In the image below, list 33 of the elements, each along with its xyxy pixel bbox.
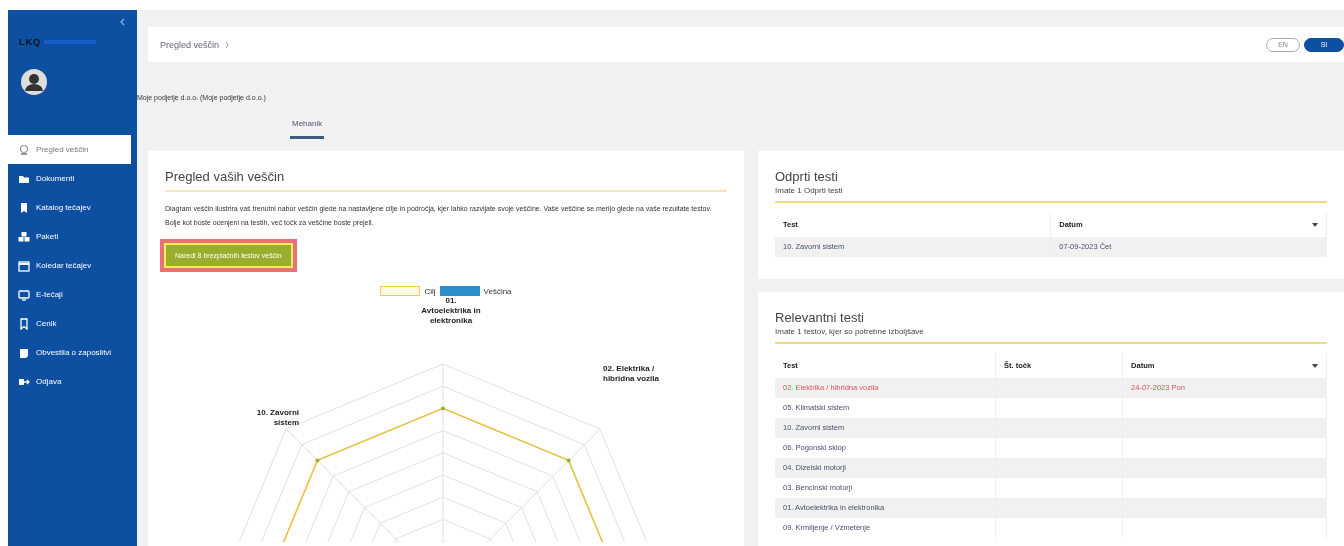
legend-label: Cilj [424, 286, 436, 296]
sidebar-item[interactable]: Katalog tečajev [8, 193, 137, 222]
card-title: Odprti testi [775, 169, 839, 184]
sidebar-item[interactable]: Paketi [8, 222, 137, 251]
card-title: Pregled vaših veščin [165, 169, 286, 184]
axis-label: 01. Avtoelektrika in elektronika [420, 296, 482, 326]
chevron-icon [225, 40, 230, 49]
card-subtitle: Imate 1 Odprti testi [775, 186, 844, 195]
calendar-icon [18, 259, 30, 272]
sidebar-item[interactable]: Obvestila o zaposlitvi [8, 338, 137, 367]
logo-bar [44, 40, 96, 44]
legend-label: Veščina [483, 286, 512, 296]
logo-text: LKQ [19, 37, 41, 47]
monitor-icon [18, 288, 30, 301]
sidebar-item[interactable]: Koledar tečajev [8, 251, 137, 280]
avatar-icon [21, 69, 47, 95]
sidebar-item[interactable]: Dokumenti [8, 164, 137, 193]
card-subtitle: Imate 1 testov, kjer so potrebne izboljšave [775, 327, 925, 336]
sidebar-item[interactable]: Odjava [8, 367, 137, 396]
breadcrumb[interactable]: Pregled veščin [160, 39, 220, 50]
sort-caret-icon [1312, 363, 1318, 368]
axis-label: 02. Elektrika / hibridna vozila [603, 364, 660, 384]
card-title: Relevantni testi [775, 310, 865, 325]
sidebar-item[interactable]: Pregled veščin [8, 135, 131, 164]
sidebar-item[interactable]: E-tečaji [8, 280, 137, 309]
cubes-icon [18, 230, 30, 243]
bookmark-icon [18, 317, 30, 330]
sort-caret-icon [1312, 222, 1318, 227]
note-icon [18, 346, 30, 359]
sidebar-item[interactable]: Cenik [8, 309, 137, 338]
tab[interactable]: Mehanik [290, 115, 325, 139]
collapse-chevron-icon[interactable] [120, 18, 125, 26]
axis-label: 10. Zavorni sistem [255, 408, 299, 428]
